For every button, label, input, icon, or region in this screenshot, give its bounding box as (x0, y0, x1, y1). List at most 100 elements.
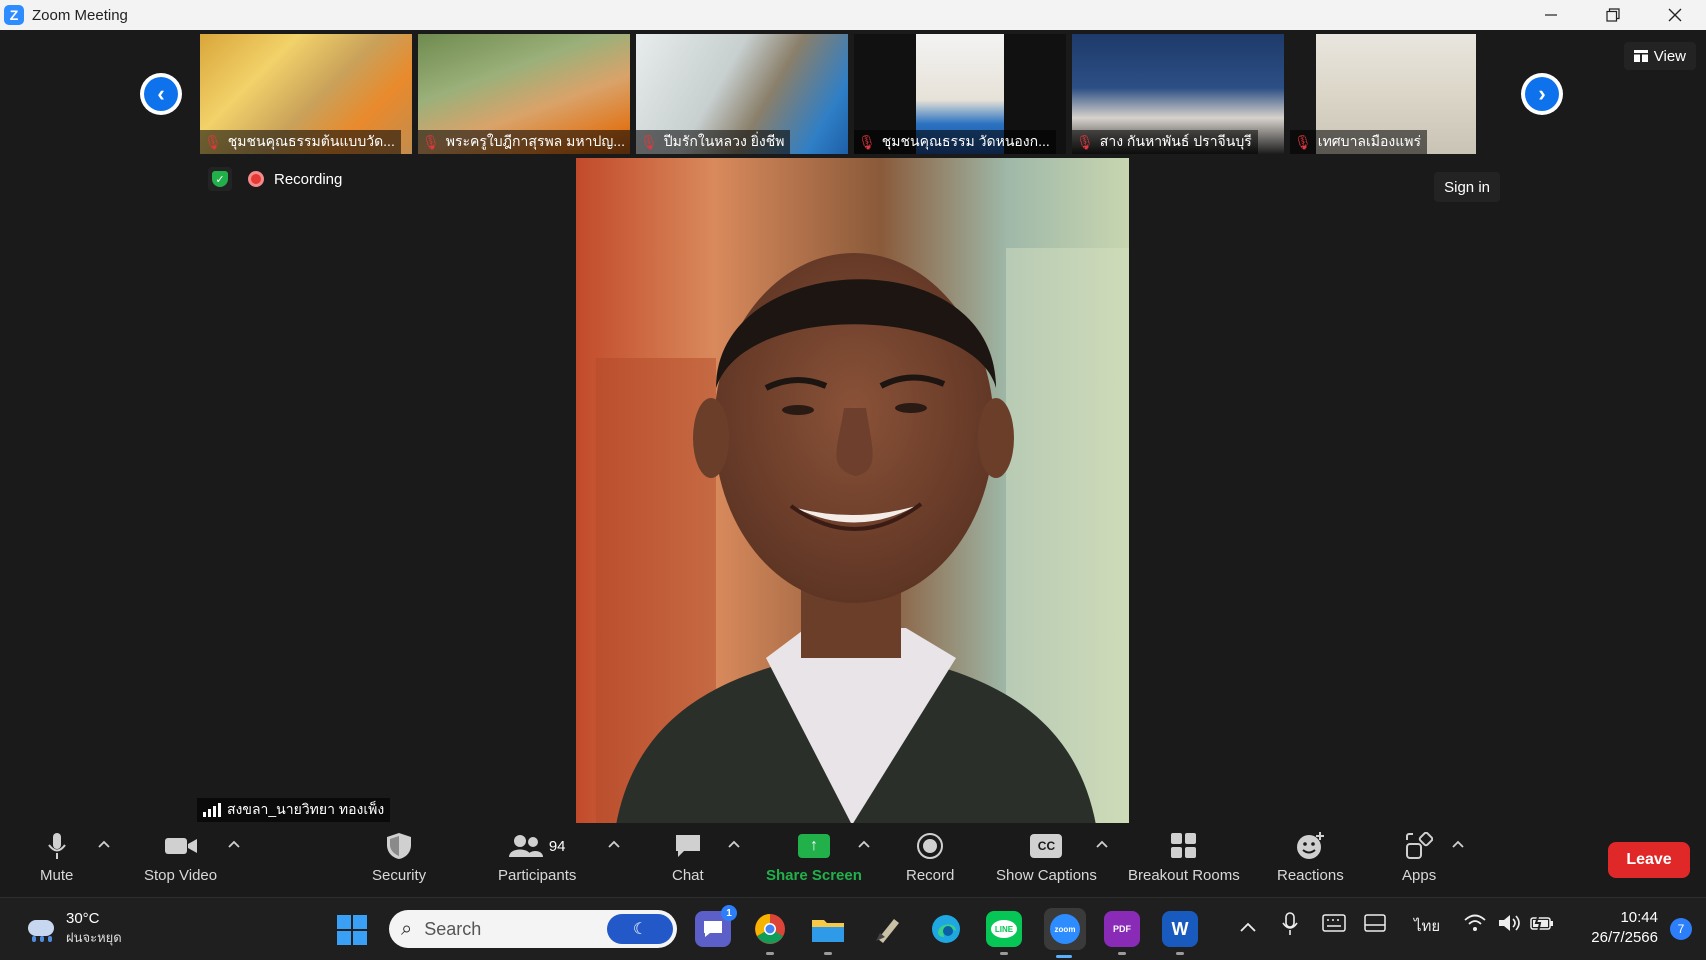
meeting-toolbar: Mute Stop Video Security 94 Participants… (0, 823, 1706, 897)
recording-indicator[interactable]: Recording (248, 171, 342, 188)
participant-thumbnail[interactable]: 🎙 ชุมชนคุณธรรมต้นแบบวัด... (200, 34, 412, 154)
encryption-shield-icon[interactable]: ✓ (208, 167, 232, 191)
chat-options-caret[interactable] (728, 837, 740, 851)
restore-button[interactable] (1582, 0, 1644, 30)
mute-button[interactable]: Mute (40, 831, 73, 884)
recording-dot-icon (248, 171, 264, 187)
clock-time: 10:44 (1620, 909, 1658, 926)
mic-muted-icon: 🎙 (204, 133, 222, 150)
record-button[interactable]: Record (906, 831, 954, 884)
chevron-left-icon: ‹ (144, 77, 178, 111)
teams-chat-icon[interactable]: 1 (695, 905, 737, 947)
minimize-button[interactable] (1520, 0, 1582, 30)
close-button[interactable] (1644, 0, 1706, 30)
record-icon (916, 831, 944, 861)
tablet-mode-icon[interactable] (1364, 914, 1386, 937)
rain-cloud-icon (24, 914, 58, 944)
view-button[interactable]: View (1623, 42, 1696, 70)
apps-options-caret[interactable] (1452, 837, 1464, 851)
participants-button[interactable]: 94 Participants (498, 831, 576, 884)
participant-thumbnail[interactable]: 🎙 สาง กันหาพันธ์ ปราจีนบุรี (1072, 34, 1284, 154)
previous-page-button[interactable]: ‹ (140, 73, 182, 115)
recording-label: Recording (274, 170, 343, 188)
chevron-up-icon (858, 840, 870, 848)
minimize-icon (1545, 14, 1557, 16)
share-screen-button[interactable]: ↑ Share Screen (766, 831, 862, 884)
mic-muted-icon: 🎙 (422, 133, 440, 150)
participant-thumbnail[interactable]: 🎙 เทศบาลเมืองแพร่ (1290, 34, 1502, 154)
chevron-up-icon (98, 840, 110, 848)
pdf-app-icon[interactable]: PDF (1104, 911, 1140, 955)
sign-in-button[interactable]: Sign in (1434, 172, 1500, 202)
security-label: Security (372, 867, 427, 884)
record-label: Record (906, 867, 955, 884)
leave-button[interactable]: Leave (1608, 842, 1690, 878)
apps-button[interactable]: Apps (1402, 831, 1436, 884)
keyboard-icon[interactable] (1322, 914, 1346, 937)
share-screen-label: Share Screen (766, 867, 862, 884)
show-captions-button[interactable]: CC Show Captions (996, 831, 1097, 884)
file-explorer-icon[interactable] (810, 911, 846, 955)
reactions-label: Reactions (1277, 867, 1344, 884)
notepad-pen-icon[interactable] (870, 911, 906, 947)
reactions-button[interactable]: Reactions (1277, 831, 1344, 884)
volume-icon[interactable] (1498, 914, 1522, 937)
zoom-app-icon: Z (4, 5, 24, 25)
security-button[interactable]: Security (372, 831, 426, 884)
search-highlight-icon: ☾ (607, 914, 673, 944)
chevron-up-icon (608, 840, 620, 848)
stop-video-button[interactable]: Stop Video (144, 831, 217, 884)
window-controls (1520, 0, 1706, 30)
active-speaker-video (576, 158, 1129, 825)
system-clock[interactable]: 10:44 26/7/2566 (1591, 908, 1658, 948)
chrome-icon[interactable] (752, 911, 788, 955)
windows-start-icon[interactable] (337, 915, 367, 945)
captions-options-caret[interactable] (1096, 837, 1108, 851)
zoom-label: zoom (1050, 914, 1080, 944)
participants-icon (508, 835, 543, 857)
audio-options-caret[interactable] (98, 837, 110, 851)
language-indicator[interactable]: ไทย (1414, 914, 1440, 938)
participants-options-caret[interactable] (608, 837, 620, 851)
weather-temperature: 30°C (66, 910, 100, 927)
zoom-taskbar-icon[interactable]: zoom (1044, 908, 1086, 958)
share-arrow-icon: ↑ (797, 834, 830, 858)
speaker-video-frame (576, 158, 1129, 825)
share-options-caret[interactable] (858, 837, 870, 851)
line-app-icon[interactable]: LINE (986, 911, 1022, 955)
microphone-icon (46, 831, 68, 861)
restore-icon (1606, 8, 1620, 22)
teams-badge: 1 (721, 905, 737, 921)
edge-browser-icon[interactable] (928, 911, 964, 947)
participant-name: เทศบาลเมืองแพร่ (1317, 133, 1422, 149)
wifi-icon[interactable] (1464, 914, 1486, 937)
video-camera-icon (164, 831, 198, 861)
active-speaker-name: สงขลา_นายวิทยา ทองเพ็ง (227, 801, 385, 817)
video-options-caret[interactable] (228, 837, 240, 851)
battery-charging-icon[interactable] (1530, 913, 1554, 937)
weather-widget[interactable]: 30°C ฝนจะหยุด (24, 910, 122, 948)
chat-button[interactable]: Chat (672, 831, 704, 884)
active-speaker-label: สงขลา_นายวิทยา ทองเพ็ง (197, 798, 391, 822)
breakout-rooms-button[interactable]: Breakout Rooms (1128, 831, 1240, 884)
tray-microphone-icon[interactable] (1282, 912, 1298, 941)
title-bar: Z Zoom Meeting (0, 0, 1706, 30)
svg-text:LINE: LINE (995, 925, 1014, 934)
participant-name: ชุมชนคุณธรรม วัดหนองก... (881, 133, 1050, 149)
close-icon (1668, 8, 1682, 22)
chevron-up-icon (1452, 840, 1464, 848)
window-title: Zoom Meeting (32, 6, 128, 24)
next-page-button[interactable]: › (1521, 73, 1563, 115)
notification-badge[interactable]: 7 (1670, 918, 1692, 940)
chevron-up-icon (728, 840, 740, 848)
reactions-smiley-icon (1295, 831, 1325, 861)
taskbar-search[interactable]: ⌕ Search ☾ (389, 910, 677, 948)
participant-name: ชุมชนคุณธรรมต้นแบบวัด... (227, 133, 395, 149)
participant-thumbnail[interactable]: 🎙 พระครูใบฎีกาสุรพล มหาปญ... (418, 34, 630, 154)
show-hidden-icons-chevron-icon[interactable] (1240, 916, 1256, 937)
word-app-icon[interactable]: W (1162, 911, 1198, 955)
participant-thumbnail[interactable]: 🎙 ชุมชนคุณธรรม วัดหนองก... (854, 34, 1066, 154)
word-label: W (1171, 918, 1189, 939)
participant-thumbnail[interactable]: 🎙 ปีมรักในหลวง ยิ่งชีพ (636, 34, 848, 154)
participant-name: สาง กันหาพันธ์ ปราจีนบุรี (1099, 133, 1252, 149)
